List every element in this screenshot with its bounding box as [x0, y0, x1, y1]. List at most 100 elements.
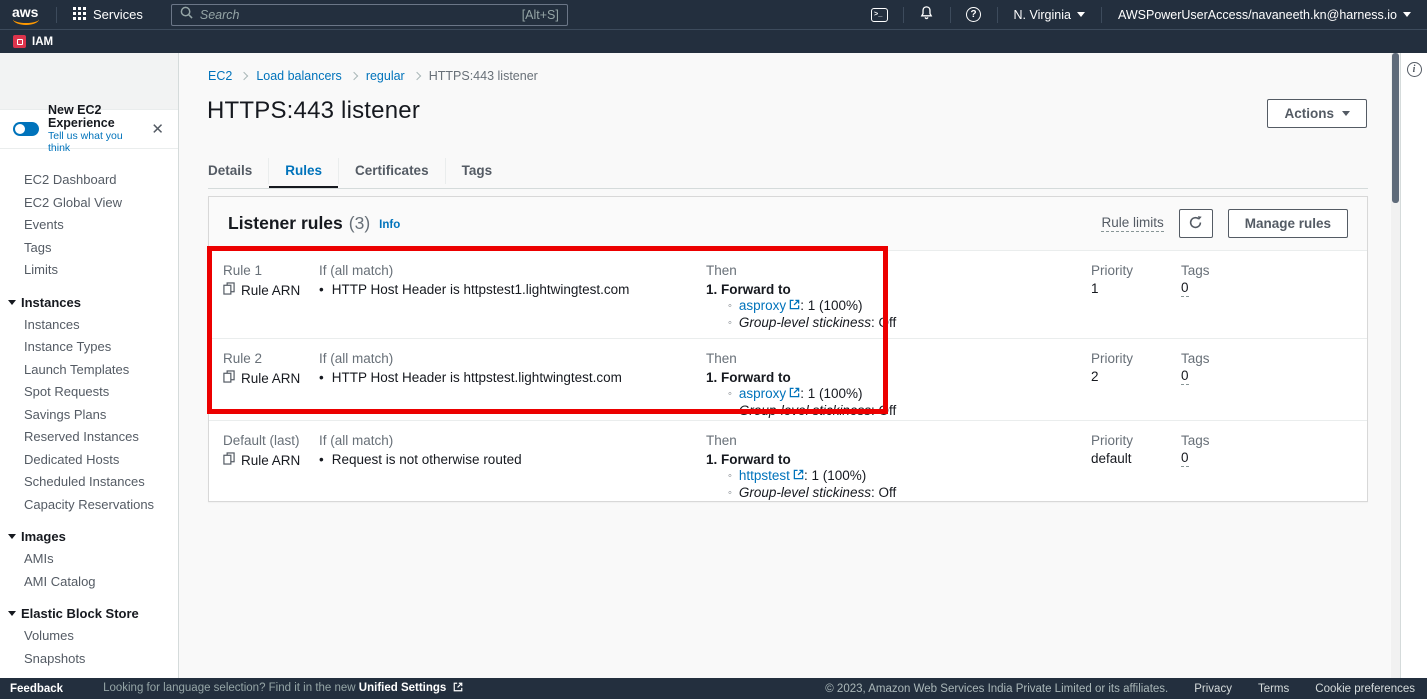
aws-logo[interactable]: aws [12, 5, 46, 25]
sidebar-item-savings-plans[interactable]: Savings Plans [0, 404, 178, 427]
rule-limits-link[interactable]: Rule limits [1101, 215, 1163, 232]
sidebar-item-events[interactable]: Events [0, 214, 178, 237]
vertical-scrollbar[interactable] [1391, 53, 1400, 678]
breadcrumb-ec2[interactable]: EC2 [208, 69, 232, 83]
sidebar-nav: EC2 Dashboard EC2 Global View Events Tag… [0, 149, 178, 670]
copy-icon [223, 452, 235, 468]
breadcrumb-regular[interactable]: regular [366, 69, 405, 83]
main-content: EC2 Load balancers regular HTTPS:443 lis… [180, 53, 1391, 678]
favorite-iam-link[interactable]: IAM [13, 35, 53, 48]
triangle-down-icon [8, 534, 16, 539]
terms-link[interactable]: Terms [1258, 683, 1289, 695]
global-search[interactable]: [Alt+S] [171, 4, 568, 26]
unified-settings-link[interactable]: Unified Settings [359, 682, 447, 694]
tab-certificates[interactable]: Certificates [339, 153, 445, 188]
stickiness-setting: Group-level stickiness: Off [728, 403, 896, 420]
sidebar-section-elastic-block-store[interactable]: Elastic Block Store [0, 602, 178, 625]
column-tags: Tags [1181, 432, 1210, 450]
rule-arn-copy[interactable]: Rule ARN [223, 452, 300, 468]
sidebar-section-instances[interactable]: Instances [0, 291, 178, 314]
search-icon [180, 6, 193, 24]
help-icon: ? [966, 7, 981, 22]
sidebar-item-dedicated-hosts[interactable]: Dedicated Hosts [0, 449, 178, 472]
target-group-link[interactable]: httpstest [739, 468, 790, 485]
sidebar-item-instance-types[interactable]: Instance Types [0, 336, 178, 359]
sidebar-item-capacity-reservations[interactable]: Capacity Reservations [0, 494, 178, 517]
sidebar-item-scheduled-instances[interactable]: Scheduled Instances [0, 471, 178, 494]
help-button[interactable]: ? [961, 4, 987, 26]
breadcrumb-load-balancers[interactable]: Load balancers [256, 69, 341, 83]
cloudshell-button[interactable]: >_ [867, 4, 893, 26]
cookie-preferences-link[interactable]: Cookie preferences [1315, 683, 1415, 695]
info-panel-icon[interactable]: i [1407, 62, 1422, 77]
tags-count-link[interactable]: 0 [1181, 450, 1189, 467]
scrollbar-thumb[interactable] [1392, 53, 1399, 203]
topbar-divider [950, 7, 951, 23]
new-experience-toggle[interactable] [13, 122, 39, 136]
rule-arn-copy[interactable]: Rule ARN [223, 282, 300, 298]
close-icon[interactable]: ✕ [147, 118, 168, 140]
triangle-down-icon [8, 300, 16, 305]
rule-arn-copy[interactable]: Rule ARN [223, 370, 300, 386]
sidebar-item-spot-requests[interactable]: Spot Requests [0, 381, 178, 404]
chevron-right-icon [412, 71, 420, 79]
rule-row-1: Rule 1 Rule ARN If (all match) HTTP Host… [209, 251, 1367, 338]
external-link-icon [453, 682, 463, 695]
refresh-icon [1188, 215, 1203, 233]
panel-header: Listener rules (3) Info Rule limits Mana… [209, 197, 1367, 251]
sidebar-item-amis[interactable]: AMIs [0, 548, 178, 571]
sidebar-item-ami-catalog[interactable]: AMI Catalog [0, 571, 178, 594]
tags-count-link[interactable]: 0 [1181, 368, 1189, 385]
tab-bottom-rule [208, 188, 1368, 189]
info-link[interactable]: Info [379, 219, 400, 231]
bell-icon [919, 5, 934, 25]
banner-title: New EC2 Experience [48, 104, 147, 130]
tab-details[interactable]: Details [208, 153, 268, 188]
rule-row-default: Default (last) Rule ARN If (all match) R… [209, 420, 1367, 502]
target-group-link[interactable]: asproxy [739, 386, 786, 403]
chevron-right-icon [350, 71, 358, 79]
target-group-link[interactable]: asproxy [739, 298, 786, 315]
sidebar-item-tags[interactable]: Tags [0, 237, 178, 260]
external-link-icon [793, 468, 804, 485]
column-tags: Tags [1181, 350, 1210, 368]
feedback-link[interactable]: Feedback [10, 683, 63, 695]
actions-button[interactable]: Actions [1267, 99, 1367, 128]
sidebar-item-limits[interactable]: Limits [0, 259, 178, 282]
tab-rules[interactable]: Rules [269, 153, 338, 188]
sidebar-item-reserved-instances[interactable]: Reserved Instances [0, 426, 178, 449]
sidebar-section-images[interactable]: Images [0, 525, 178, 548]
refresh-button[interactable] [1179, 209, 1213, 238]
tab-tags[interactable]: Tags [446, 153, 509, 188]
priority-value: 1 [1091, 280, 1133, 298]
sidebar-item-instances[interactable]: Instances [0, 314, 178, 337]
sidebar-item-volumes[interactable]: Volumes [0, 625, 178, 648]
chevron-right-icon [240, 71, 248, 79]
search-input[interactable] [200, 8, 515, 22]
topbar-divider [903, 7, 904, 23]
region-selector[interactable]: N. Virginia [1008, 8, 1091, 22]
sidebar-item-ec2-dashboard[interactable]: EC2 Dashboard [0, 169, 178, 192]
rule-condition: Request is not otherwise routed [319, 452, 522, 467]
privacy-link[interactable]: Privacy [1194, 683, 1232, 695]
column-if: If (all match) [319, 262, 629, 280]
sidebar-item-snapshots[interactable]: Snapshots [0, 648, 178, 671]
console-footer: Feedback Looking for language selection?… [0, 678, 1427, 699]
account-label: AWSPowerUserAccess/navaneeth.kn@harness.… [1118, 8, 1397, 22]
sidebar-item-ec2-global-view[interactable]: EC2 Global View [0, 192, 178, 215]
caret-down-icon [1342, 111, 1350, 116]
panel-title: Listener rules [228, 213, 343, 234]
breadcrumb: EC2 Load balancers regular HTTPS:443 lis… [208, 69, 538, 83]
account-menu[interactable]: AWSPowerUserAccess/navaneeth.kn@harness.… [1112, 8, 1417, 22]
rule-action: 1. Forward to [706, 370, 896, 385]
services-menu-button[interactable]: Services [67, 7, 149, 23]
notifications-button[interactable] [914, 4, 940, 26]
ec2-sidebar: New EC2 Experience Tell us what you thin… [0, 53, 179, 678]
banner-feedback-link[interactable]: Tell us what you think [48, 130, 147, 154]
sidebar-item-launch-templates[interactable]: Launch Templates [0, 359, 178, 382]
help-panel-rail: i [1400, 53, 1427, 678]
tags-count-link[interactable]: 0 [1181, 280, 1189, 297]
triangle-down-icon [8, 611, 16, 616]
manage-rules-button[interactable]: Manage rules [1228, 209, 1348, 238]
column-if: If (all match) [319, 432, 522, 450]
